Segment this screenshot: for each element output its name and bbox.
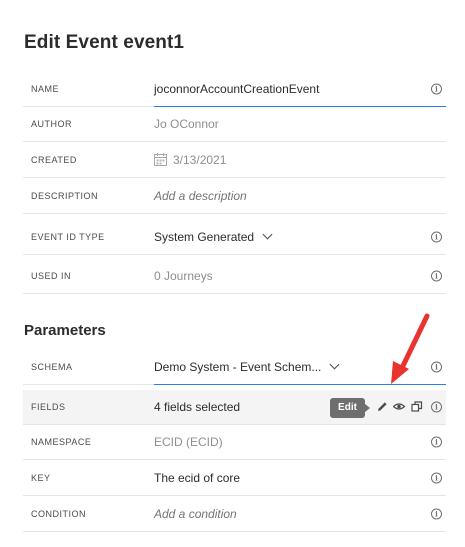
annotation-arrow-icon — [391, 313, 430, 384]
